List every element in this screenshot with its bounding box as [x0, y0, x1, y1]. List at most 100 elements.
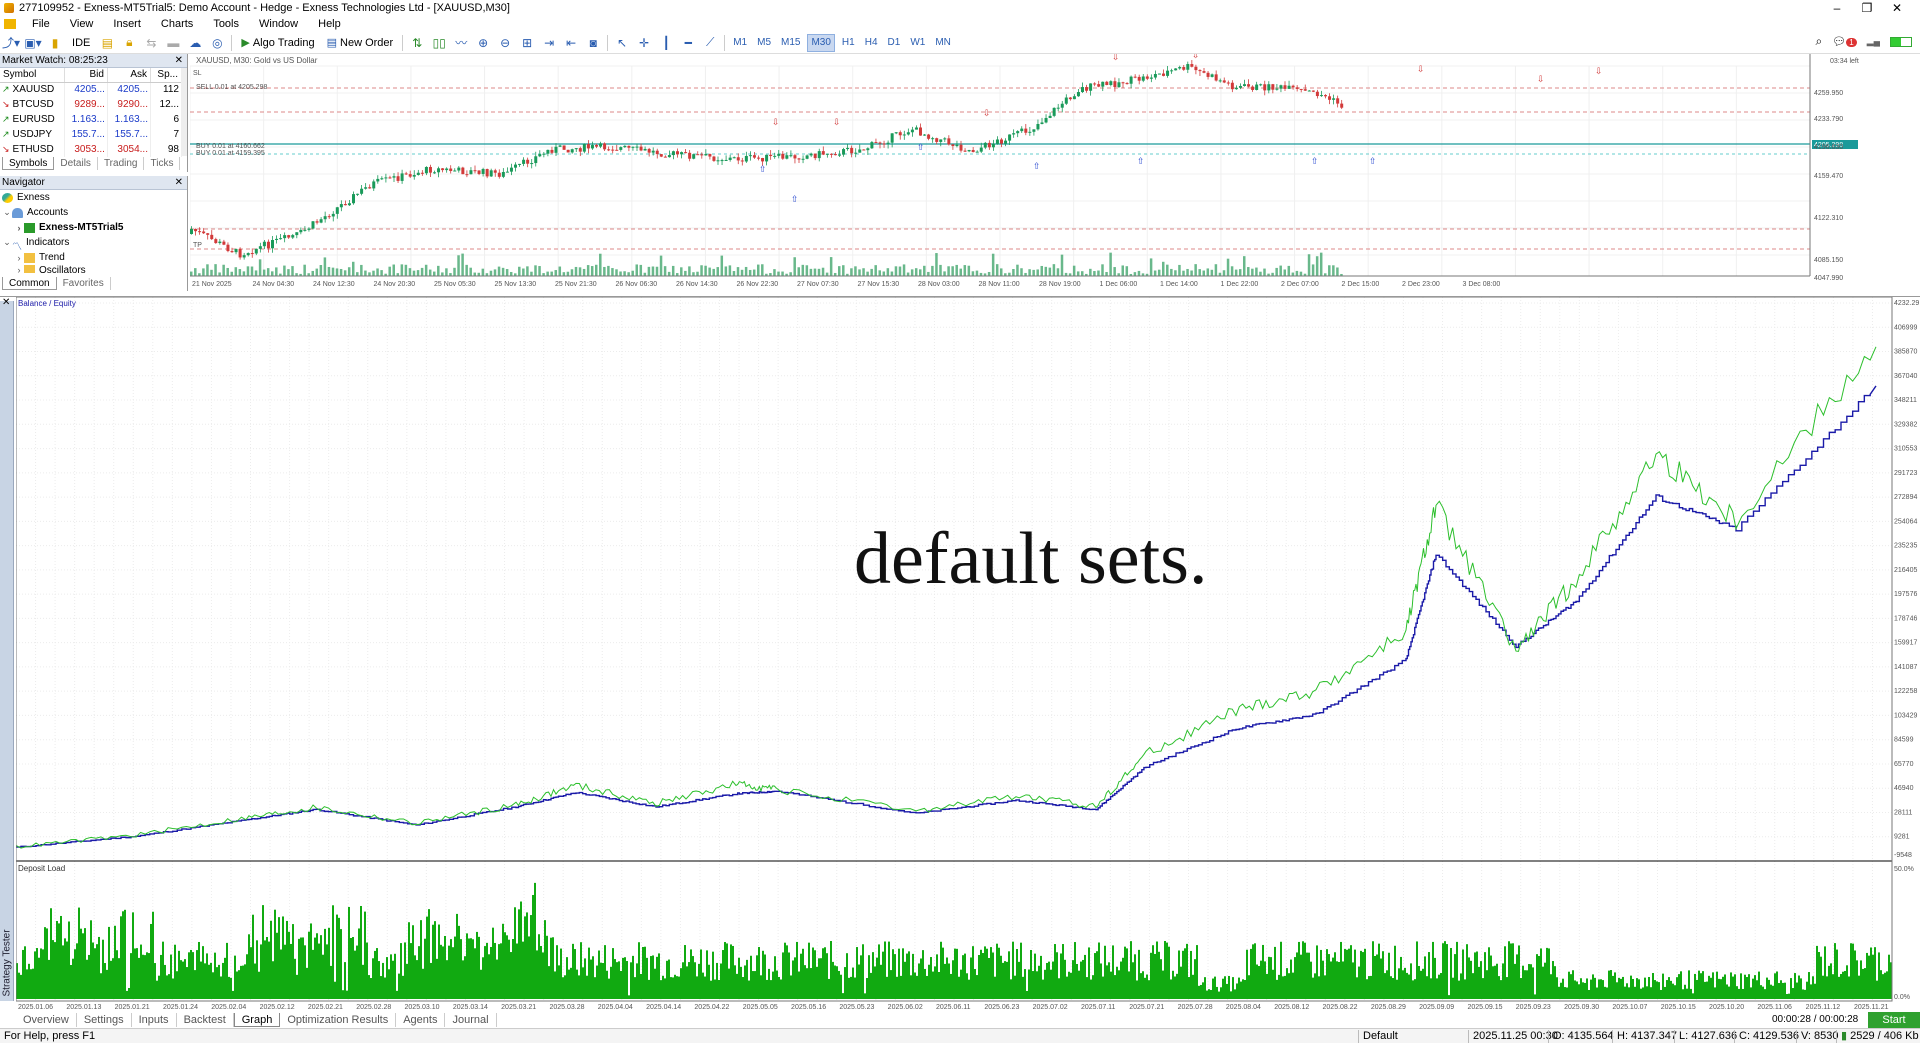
tab-optimization-results[interactable]: Optimization Results: [280, 1013, 397, 1027]
menu-charts[interactable]: Charts: [151, 18, 203, 30]
close-icon[interactable]: ✕: [175, 55, 183, 66]
load-bar: [1656, 981, 1658, 999]
screenshot-icon[interactable]: ◙: [584, 34, 602, 52]
new-order-button[interactable]: ▤ New Order: [323, 34, 398, 52]
autoscroll-icon[interactable]: ⇥: [540, 34, 558, 52]
menu-insert[interactable]: Insert: [103, 18, 151, 30]
arrows-icon[interactable]: ⇆: [142, 34, 160, 52]
new-chart-icon[interactable]: ⤴▾: [2, 34, 20, 52]
backtest-graph-canvas[interactable]: 4232.29406999385870367040348211329382310…: [16, 297, 1920, 1011]
table-row[interactable]: ↗ USDJPY 155.7... 155.7... 7: [0, 127, 182, 142]
timeframe-m1[interactable]: M1: [730, 34, 750, 52]
bar-chart-icon[interactable]: ⇅: [408, 34, 426, 52]
tile-icon[interactable]: ⊞: [518, 34, 536, 52]
tab-details[interactable]: Details: [54, 157, 98, 170]
signals-icon[interactable]: ▬: [164, 34, 182, 52]
tab-favorites[interactable]: Favorites: [57, 277, 111, 290]
chevron-down-icon[interactable]: ⌄: [2, 237, 12, 248]
chart-shift-icon[interactable]: ⇤: [562, 34, 580, 52]
restore-button[interactable]: ❐: [1852, 0, 1882, 16]
close-icon[interactable]: ✕: [2, 297, 10, 308]
col-symbol[interactable]: Symbol: [0, 68, 65, 83]
strategy-tester-side-tab[interactable]: Strategy Tester: [0, 301, 14, 1001]
col-bid[interactable]: Bid: [64, 68, 108, 83]
zoom-in-icon[interactable]: ⊕: [474, 34, 492, 52]
nav-item-accounts[interactable]: ⌄ Accounts: [0, 205, 187, 220]
table-row[interactable]: ↘ BTCUSD 9289... 9290... 12...: [0, 97, 182, 112]
minimize-button[interactable]: –: [1822, 0, 1852, 16]
nav-item-indicators[interactable]: ⌄ 〽 Indicators: [0, 235, 187, 253]
profile-name[interactable]: Default: [1358, 1030, 1398, 1043]
timeframe-w1[interactable]: W1: [907, 34, 928, 52]
play-icon: ▶: [241, 37, 250, 49]
chevron-right-icon[interactable]: ›: [14, 253, 24, 263]
tab-symbols[interactable]: Symbols: [2, 157, 55, 170]
tab-inputs[interactable]: Inputs: [132, 1013, 177, 1027]
close-button[interactable]: ✕: [1882, 0, 1912, 16]
tab-backtest[interactable]: Backtest: [177, 1013, 234, 1027]
table-row[interactable]: ↗ EURUSD 1.163... 1.163... 6: [0, 112, 182, 127]
menu-help[interactable]: Help: [308, 18, 351, 30]
search-icon[interactable]: ⌕: [1816, 34, 1823, 49]
tab-graph[interactable]: Graph: [233, 1013, 281, 1027]
ide-button[interactable]: IDE: [68, 34, 94, 52]
menu-window[interactable]: Window: [249, 18, 308, 30]
timeframe-h4[interactable]: H4: [862, 34, 881, 52]
notifications-icon[interactable]: 💬︎ 1: [1832, 35, 1857, 48]
menu-view[interactable]: View: [60, 18, 104, 30]
backtest-graph[interactable]: 4232.29 406999 385870 367040 348211 329382 310…: [16, 297, 1920, 1011]
tab-settings[interactable]: Settings: [77, 1013, 132, 1027]
nav-item-trend[interactable]: › Trend: [0, 250, 187, 265]
tab-agents[interactable]: Agents: [396, 1013, 446, 1027]
algo-trading-button[interactable]: ▶ Algo Trading: [237, 34, 318, 52]
horizontal-line-icon[interactable]: ━: [679, 34, 697, 52]
cloud-icon[interactable]: ☁: [186, 34, 204, 52]
timeframe-m5[interactable]: M5: [754, 34, 774, 52]
timeframe-m30[interactable]: M30: [807, 33, 835, 52]
close-icon[interactable]: ✕: [175, 177, 183, 188]
candles-icon[interactable]: ▯▯: [430, 34, 448, 52]
trendline-icon[interactable]: ⟋: [701, 34, 719, 52]
price-chart[interactable]: ⇧ ⇧ ⇧ ⇧ ⇧ ⇧ ⇧ ⇩ ⇩ ⇩ ⇩ ⇩ ⇩ ⇩ ⇩ 4259.950 4233.790 4205.298…: [190, 54, 1880, 292]
crosshair-icon[interactable]: ✛: [635, 34, 653, 52]
chevron-down-icon[interactable]: ⌄: [2, 207, 12, 218]
nav-item-account[interactable]: › Exness-MT5Trial5: [0, 220, 187, 235]
nav-item-exness[interactable]: Exness: [0, 190, 187, 205]
profiles-icon[interactable]: ▣▾: [24, 34, 42, 52]
nav-item-oscillators[interactable]: › Oscillators: [0, 265, 187, 273]
vps-icon[interactable]: ◎: [208, 34, 226, 52]
line-chart-icon[interactable]: 〰: [452, 34, 470, 52]
cursor-icon[interactable]: ↖: [613, 34, 631, 52]
load-bar: [796, 941, 798, 999]
volume-bar: [647, 266, 651, 276]
timeframe-m15[interactable]: M15: [778, 34, 803, 52]
tab-common[interactable]: Common: [2, 277, 57, 290]
price-chart-canvas[interactable]: ⇧⇧⇧⇧ ⇧ ⇧ ⇧⇩ ⇩⇩⇩ ⇩⇩⇩⇩ 4259.9504233.7904205.298…: [190, 54, 1880, 292]
zoom-out-icon[interactable]: ⊖: [496, 34, 514, 52]
wallet-icon[interactable]: ▤: [98, 34, 116, 52]
scrollbar[interactable]: [181, 68, 187, 156]
tab-journal[interactable]: Journal: [445, 1013, 497, 1027]
table-row[interactable]: ↗ XAUUSD 4205... 4205... 112: [0, 82, 182, 97]
chevron-right-icon[interactable]: ›: [14, 265, 24, 273]
timeframe-d1[interactable]: D1: [885, 34, 904, 52]
timeframe-mn[interactable]: MN: [932, 34, 954, 52]
candle-body: [1198, 70, 1202, 72]
metaquotes-icon[interactable]: ▮: [46, 34, 64, 52]
vertical-line-icon[interactable]: ┃: [657, 34, 675, 52]
start-button[interactable]: Start: [1868, 1012, 1920, 1028]
col-ask[interactable]: Ask: [107, 68, 152, 83]
timeframe-h1[interactable]: H1: [839, 34, 858, 52]
menu-file[interactable]: File: [22, 18, 60, 30]
table-row[interactable]: ↘ ETHUSD 3053... 3054... 98: [0, 142, 182, 157]
tab-ticks[interactable]: Ticks: [144, 157, 181, 170]
load-bar: [930, 957, 932, 999]
chevron-right-icon[interactable]: ›: [14, 223, 24, 233]
tab-trading[interactable]: Trading: [98, 157, 145, 170]
navigator-header: Navigator ✕: [0, 176, 187, 190]
col-spread[interactable]: Sp...: [150, 68, 182, 83]
menu-tools[interactable]: Tools: [203, 18, 249, 30]
load-bar: [1594, 977, 1596, 999]
lock-icon[interactable]: 🔒︎: [120, 34, 138, 52]
tab-overview[interactable]: Overview: [16, 1013, 77, 1027]
